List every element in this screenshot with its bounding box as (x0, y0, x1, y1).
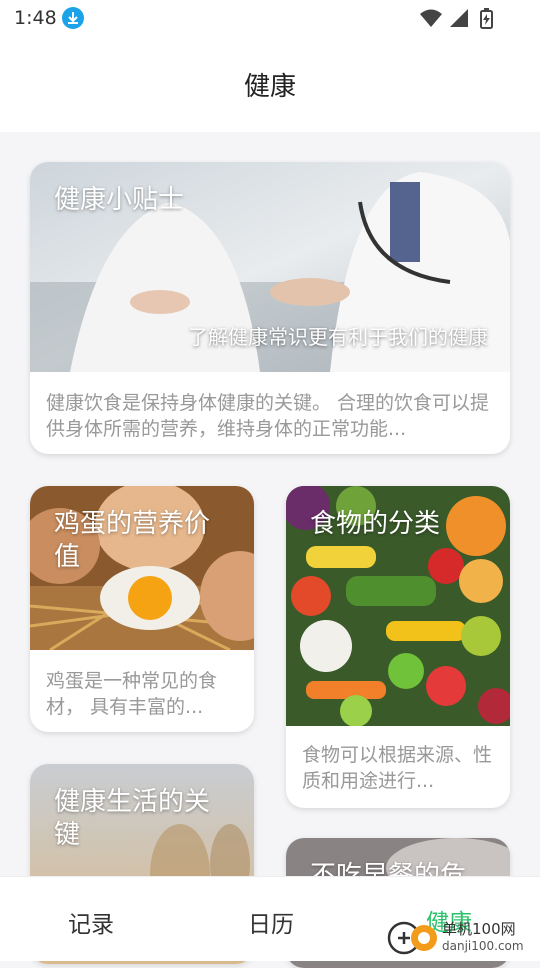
card-title: 食物的分类 (310, 509, 441, 539)
watermark: 单机100网 danji100.com (386, 918, 536, 958)
card-title: 鸡蛋的营养价值 (54, 509, 211, 572)
card-description: 健康饮食是保持身体健康的关键。 合理的饮食可以提供身体所需的营养，维持身体的正常… (46, 392, 490, 440)
card-food-categories[interactable]: 食物的分类 食物可以根据来源、性质和用途进行... (286, 486, 510, 808)
status-bar: 1:48 (0, 0, 540, 36)
card-description: 鸡蛋是一种常见的食材， 具有丰富的... (46, 670, 218, 718)
nav-item-records[interactable]: 记录 (68, 905, 114, 939)
battery-icon (480, 8, 493, 29)
card-health-tips[interactable]: 健康小贴士 了解健康常识更有利于我们的健康 健康饮食是保持身体健康的关键。 合理… (30, 162, 510, 454)
card-subtitle: 了解健康常识更有利于我们的健康 (188, 325, 488, 349)
card-title: 健康小贴士 (54, 185, 185, 215)
card-description: 食物可以根据来源、性质和用途进行... (302, 744, 493, 792)
status-time: 1:48 (14, 7, 57, 29)
download-notification-icon (62, 7, 84, 29)
watermark-name: 单机100网 (442, 920, 516, 938)
signal-icon (450, 9, 468, 27)
page-title: 健康 (243, 72, 296, 102)
system-icons (420, 8, 500, 34)
card-egg-nutrition[interactable]: 鸡蛋的营养价值 鸡蛋是一种常见的食材， 具有丰富的... (30, 486, 254, 732)
app-header: 健康 (0, 36, 540, 132)
nav-item-calendar[interactable]: 日历 (248, 905, 294, 939)
watermark-domain: danji100.com (442, 939, 524, 953)
wifi-icon (420, 9, 442, 27)
card-title: 健康生活的关键 (54, 787, 211, 850)
